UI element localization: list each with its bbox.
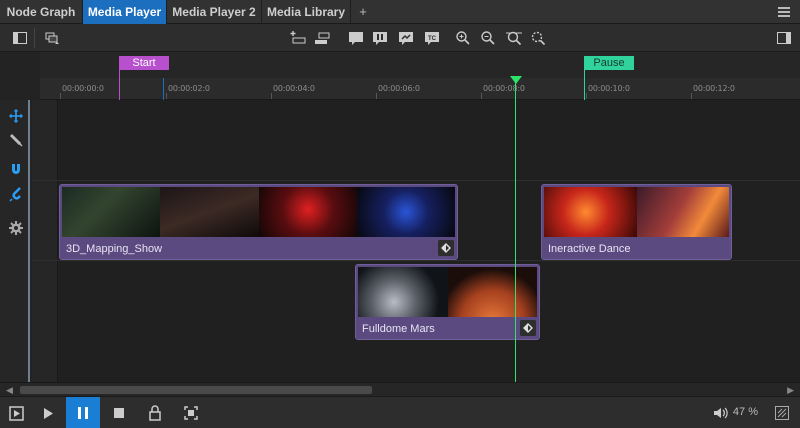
thumbnail: [160, 187, 259, 237]
ruler-tick: [376, 93, 377, 99]
thumbnail: [62, 187, 161, 237]
pause-marker-icon[interactable]: [372, 30, 388, 46]
ripple-snap-icon[interactable]: [8, 186, 24, 202]
thumbnail: [258, 187, 357, 237]
ruler-tick-label: 00:00:00:0: [62, 84, 104, 93]
comment-marker-icon[interactable]: [348, 30, 364, 46]
ruler-tick-label: 00:00:06:0: [378, 84, 420, 93]
clip-keyframe-icon[interactable]: [520, 320, 536, 336]
tab-media-library[interactable]: Media Library: [262, 0, 351, 24]
toolbar-divider: [34, 28, 35, 48]
clip-thumbnails: [62, 187, 455, 237]
clip-fulldome-mars[interactable]: Fulldome Mars: [355, 264, 540, 340]
scroll-left-icon[interactable]: ◀: [6, 385, 13, 396]
ruler-tick-label: 00:00:02:0: [168, 84, 210, 93]
start-marker[interactable]: Start: [119, 56, 169, 70]
ruler-tick: [166, 93, 167, 99]
time-ruler[interactable]: 00:00:00:0 00:00:02:0 00:00:04:0 00:00:0…: [40, 78, 800, 100]
zoom-out-icon[interactable]: [480, 30, 496, 46]
timeline-area[interactable]: 3D_Mapping_Show Ineractive Dance Fulldom…: [32, 100, 800, 382]
timecode-marker-icon[interactable]: TC: [424, 30, 440, 46]
ruler-tick: [271, 93, 272, 99]
tool-sidebar: [0, 100, 30, 382]
ruler-tick-label: 00:00:12:0: [693, 84, 735, 93]
resize-grip-icon[interactable]: [774, 405, 790, 421]
panel-right-icon[interactable]: [776, 30, 792, 46]
zoom-fit-icon[interactable]: [506, 30, 522, 46]
play-button[interactable]: [32, 397, 66, 428]
pause-icon: [78, 407, 88, 419]
insert-track-above-icon[interactable]: [290, 30, 306, 46]
clip-3d-mapping-show[interactable]: 3D_Mapping_Show: [59, 184, 458, 260]
marker-track: Start Pause: [40, 52, 800, 78]
pause-marker[interactable]: Pause: [584, 56, 634, 70]
move-icon[interactable]: [8, 108, 24, 124]
ruler-tick-label: 00:00:10:0: [588, 84, 630, 93]
razor-icon[interactable]: [8, 132, 24, 148]
tab-media-player[interactable]: Media Player: [83, 0, 167, 24]
menu-icon[interactable]: [778, 7, 790, 17]
gear-icon[interactable]: [8, 220, 24, 236]
pause-button[interactable]: [66, 397, 100, 428]
snap-magnet-icon[interactable]: [8, 162, 24, 178]
clip-thumbnails: [358, 267, 537, 317]
fit-to-window-button[interactable]: [174, 397, 208, 428]
playhead-handle[interactable]: [510, 76, 522, 84]
thumbnail: [358, 267, 448, 317]
playhead[interactable]: [515, 82, 516, 382]
thumbnail: [356, 187, 455, 237]
scrollbar-thumb[interactable]: [20, 386, 372, 394]
thumbnail: [544, 187, 637, 237]
stop-button[interactable]: [102, 397, 136, 428]
insert-track-below-icon[interactable]: [314, 30, 330, 46]
svg-text:TC: TC: [428, 36, 437, 42]
clip-label: 3D_Mapping_Show: [66, 243, 163, 255]
in-point-line: [163, 78, 164, 100]
clip-thumbnails: [544, 187, 729, 237]
clip-keyframe-icon[interactable]: [438, 240, 454, 256]
tab-node-graph[interactable]: Node Graph: [0, 0, 83, 24]
ruler-tick-label: 00:00:04:0: [273, 84, 315, 93]
lock-button[interactable]: [138, 397, 172, 428]
zoom-in-icon[interactable]: [455, 30, 471, 46]
tab-bar: Node Graph Media Player Media Player 2 M…: [0, 0, 800, 24]
add-tab-button[interactable]: +: [354, 0, 372, 24]
transport-bar: 47 %: [0, 396, 800, 428]
volume-level: 47 %: [732, 406, 758, 418]
scroll-right-icon[interactable]: ▶: [787, 385, 794, 396]
pause-marker-line: [584, 70, 585, 100]
ruler-tick: [691, 93, 692, 99]
zoom-selection-icon[interactable]: [530, 30, 546, 46]
panel-left-icon[interactable]: [12, 30, 28, 46]
media-player-app: Node Graph Media Player Media Player 2 M…: [0, 0, 800, 428]
jump-marker-icon[interactable]: [398, 30, 414, 46]
tab-media-player-2[interactable]: Media Player 2: [167, 0, 262, 24]
play-from-start-button[interactable]: [0, 397, 34, 428]
ruler-tick: [586, 93, 587, 99]
ruler-tick: [60, 93, 61, 99]
volume-icon[interactable]: [712, 405, 728, 421]
clip-ineractive-dance[interactable]: Ineractive Dance: [541, 184, 732, 260]
timeline-scrollbar[interactable]: ◀ ▶: [0, 382, 800, 396]
thumbnail: [636, 187, 729, 237]
ruler-tick-label: 00:00:08:0: [483, 84, 525, 93]
ruler-tick: [481, 93, 482, 99]
clip-label: Fulldome Mars: [362, 323, 435, 335]
thumbnail: [447, 267, 537, 317]
start-marker-line: [119, 70, 120, 100]
layers-icon[interactable]: [44, 30, 60, 46]
clip-label: Ineractive Dance: [548, 243, 631, 255]
toolbar: TC: [0, 24, 800, 52]
